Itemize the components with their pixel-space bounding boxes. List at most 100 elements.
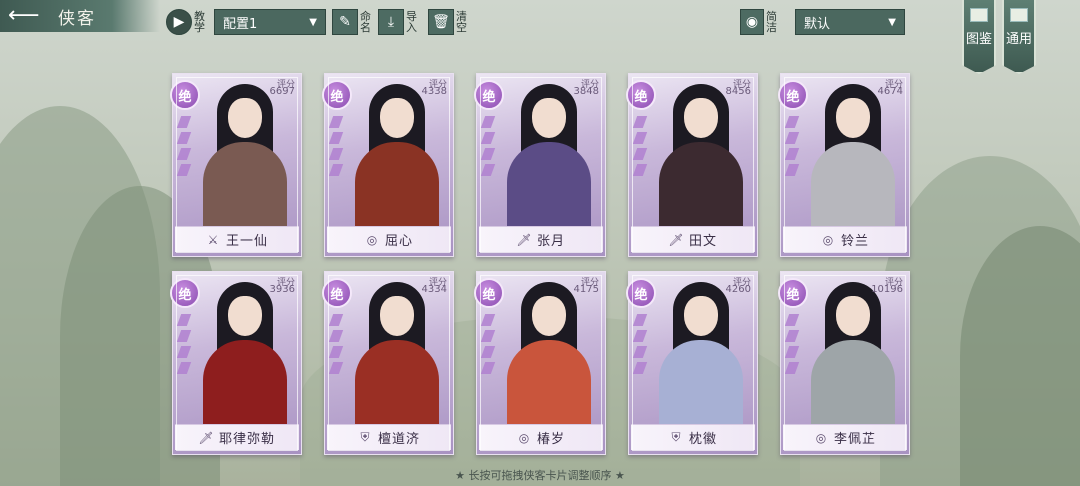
name-bar: 🗡 耶律弥勒 xyxy=(175,424,299,450)
tab-codex-label: 图鉴 xyxy=(965,32,992,47)
score-value: 4338 xyxy=(421,86,447,97)
shield-icon: ⛨ xyxy=(671,430,681,444)
simple-label: 简洁 xyxy=(766,10,777,34)
star-icon xyxy=(328,314,344,326)
rank-badge: 绝 xyxy=(474,80,504,110)
star-icon xyxy=(328,362,344,374)
rename-button[interactable]: ✎ 命名 xyxy=(332,8,372,36)
star-icon xyxy=(176,132,192,144)
tab-codex[interactable]: 图鉴 xyxy=(962,0,996,74)
hero-card[interactable]: 绝 评分 3936 🗡 耶律弥勒 xyxy=(170,271,302,455)
name-bar: ◎ 铃兰 xyxy=(783,226,907,252)
hero-card[interactable]: 绝 评分 6697 ⚔ 王一仙 xyxy=(170,73,302,257)
drag-hint: ★ 长按可拖拽侠客卡片调整顺序 ★ xyxy=(455,469,625,482)
score-value: 4674 xyxy=(877,86,903,97)
rank-badge: 绝 xyxy=(626,80,656,110)
back-button[interactable]: ⟵ 侠客 xyxy=(0,0,160,32)
star-rating xyxy=(480,116,497,176)
hero-card[interactable]: 绝 评分 4260 ⛨ 枕徽 xyxy=(626,271,758,455)
hero-portrait xyxy=(339,278,453,428)
tutorial-button[interactable]: ▶ 教学 xyxy=(166,8,206,36)
name-bar: ◎ 李佩芷 xyxy=(783,424,907,450)
star-icon xyxy=(328,330,344,342)
download-icon: ⤓ xyxy=(378,9,404,35)
star-icon xyxy=(784,362,800,374)
blade-icon: 🗡 xyxy=(668,232,684,247)
book-icon xyxy=(970,8,988,22)
hero-name: 王一仙 xyxy=(225,234,268,249)
star-icon xyxy=(784,116,800,128)
star-icon xyxy=(176,164,192,176)
star-icon xyxy=(632,148,648,160)
hero-card[interactable]: 绝 评分 8456 🗡 田文 xyxy=(626,73,758,257)
star-icon xyxy=(176,346,192,358)
hero-portrait xyxy=(339,80,453,230)
preset-select[interactable]: 配置1 ▼ xyxy=(214,9,326,35)
rank-badge: 绝 xyxy=(778,80,808,110)
star-icon xyxy=(784,132,800,144)
star-rating xyxy=(784,314,801,374)
star-icon xyxy=(328,148,344,160)
clear-button[interactable]: 🗑 清空 xyxy=(428,8,468,36)
rank-badge: 绝 xyxy=(778,278,808,308)
score-value: 4334 xyxy=(421,284,447,295)
hero-card[interactable]: 绝 评分 4674 ◎ 铃兰 xyxy=(778,73,910,257)
name-bar: ◎ 椿岁 xyxy=(479,424,603,450)
star-icon xyxy=(480,116,496,128)
swirl-icon: ◎ xyxy=(822,232,834,247)
trash-icon: 🗑 xyxy=(428,9,454,35)
score-value: 3936 xyxy=(269,284,295,295)
star-icon xyxy=(480,362,496,374)
swirl-icon: ◎ xyxy=(366,232,378,247)
sword-icon: ⚔ xyxy=(207,232,219,247)
score-value: 10196 xyxy=(871,284,903,295)
star-icon xyxy=(176,314,192,326)
score-value: 3848 xyxy=(573,86,599,97)
hero-name: 李佩芷 xyxy=(833,432,876,447)
star-icon xyxy=(480,132,496,144)
tab-general[interactable]: 通用 xyxy=(1002,0,1036,74)
rank-badge: 绝 xyxy=(170,80,200,110)
star-rating xyxy=(328,116,345,176)
name-bar: ⛨ 枕徽 xyxy=(631,424,755,450)
hero-name: 枕徽 xyxy=(688,432,717,447)
star-icon xyxy=(176,330,192,342)
name-bar: 🗡 张月 xyxy=(479,226,603,252)
play-icon: ▶ xyxy=(166,9,192,35)
tab-general-label: 通用 xyxy=(1005,32,1032,47)
star-icon xyxy=(328,164,344,176)
chevron-down-icon: ▼ xyxy=(309,16,317,28)
preset-select-value: 配置1 xyxy=(223,16,258,32)
star-icon xyxy=(328,116,344,128)
score-value: 4260 xyxy=(725,284,751,295)
import-label: 导入 xyxy=(406,10,417,34)
star-icon xyxy=(480,164,496,176)
rename-label: 命名 xyxy=(360,10,371,34)
star-icon xyxy=(632,330,648,342)
star-icon xyxy=(632,346,648,358)
star-rating xyxy=(784,116,801,176)
back-arrow-icon: ⟵ xyxy=(8,3,40,28)
name-bar: ◎ 屈心 xyxy=(327,226,451,252)
hero-card[interactable]: 绝 评分 4175 ◎ 椿岁 xyxy=(474,271,606,455)
hero-card[interactable]: 绝 评分 10196 ◎ 李佩芷 xyxy=(778,271,910,455)
sort-select[interactable]: 默认 ▼ xyxy=(795,9,905,35)
star-icon xyxy=(480,148,496,160)
star-icon xyxy=(784,148,800,160)
hero-card[interactable]: 绝 评分 4338 ◎ 屈心 xyxy=(322,73,454,257)
chevron-down-icon: ▼ xyxy=(888,16,896,28)
star-icon xyxy=(632,132,648,144)
star-rating xyxy=(328,314,345,374)
hero-name: 檀道济 xyxy=(377,432,420,447)
swirl-icon: ◎ xyxy=(815,430,827,445)
brush-icon: ✎ xyxy=(332,9,358,35)
star-icon xyxy=(632,116,648,128)
import-button[interactable]: ⤓ 导入 xyxy=(378,8,418,36)
hero-card[interactable]: 绝 评分 4334 ⛨ 檀道济 xyxy=(322,271,454,455)
hero-portrait xyxy=(643,80,757,230)
hero-card[interactable]: 绝 评分 3848 🗡 张月 xyxy=(474,73,606,257)
star-icon xyxy=(480,346,496,358)
swirl-icon: ◎ xyxy=(518,430,530,445)
hero-name: 耶律弥勒 xyxy=(218,432,275,447)
simple-mode-button[interactable]: ◉ 简洁 xyxy=(740,8,778,36)
